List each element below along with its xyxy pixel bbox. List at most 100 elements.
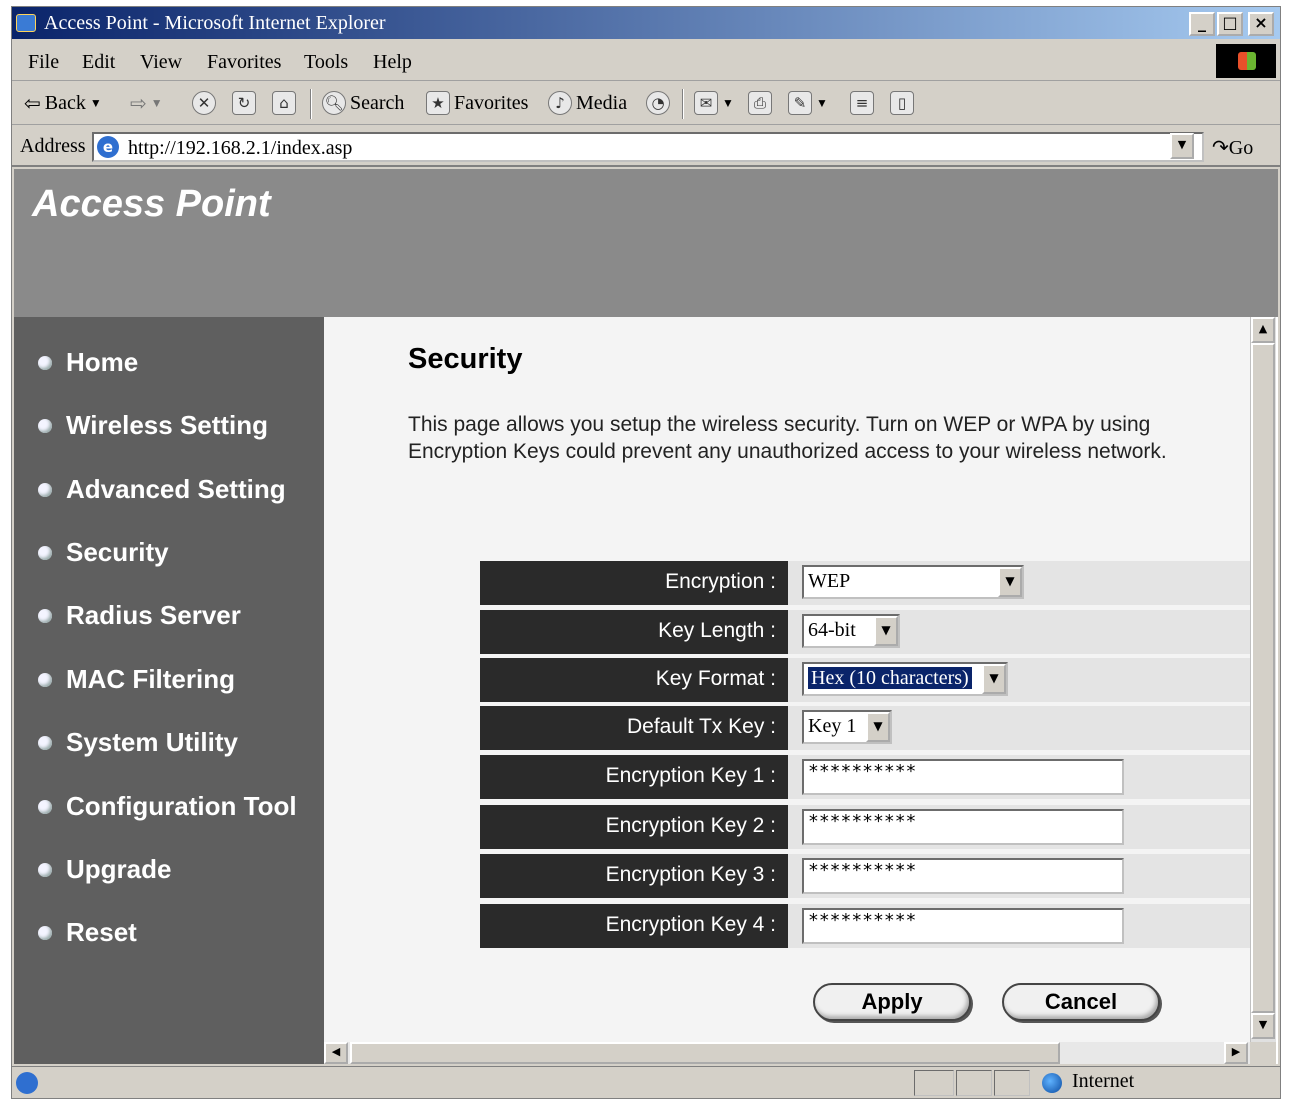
go-button[interactable]: ↷Go [1212,135,1253,160]
bullet-icon [38,608,52,623]
sidebar-item-upgrade[interactable]: Upgrade [38,854,171,885]
menu-view[interactable]: View [140,51,182,74]
horizontal-scrollbar[interactable]: ◀ ▶ [324,1042,1250,1064]
sidebar-item-radius-server[interactable]: Radius Server [38,600,241,631]
menu-tools[interactable]: Tools [304,51,348,74]
menu-file[interactable]: File [28,51,59,74]
menu-favorites[interactable]: Favorites [207,51,281,74]
page-status-icon [16,1072,38,1094]
sidebar-item-advanced-setting[interactable]: Advanced Setting [38,474,286,505]
apply-button[interactable]: Apply [813,983,971,1021]
maximize-button[interactable]: □ [1217,12,1243,36]
back-arrow-icon: ⇦ [24,93,41,115]
back-button[interactable]: ⇦ Back ▼ [24,91,102,116]
media-icon: ♪ [548,91,572,115]
encryption-key-2-row: Encryption Key 2 : ********** [480,805,1250,849]
title-bar: Access Point - Microsoft Internet Explor… [12,7,1280,39]
default-tx-key-row: Default Tx Key : Key 1 ▼ [480,706,1250,750]
key-format-label: Key Format : [480,658,788,702]
encryption-key-4-input[interactable]: ********** [802,908,1124,944]
encryption-key-2-input[interactable]: ********** [802,809,1124,845]
stop-icon[interactable]: ✕ [192,91,216,115]
toolbar: ⇦ Back ▼ ⇨ ▼ ✕ ↻ ⌂ 🔍︎ Search ★ Favorites… [12,83,1280,125]
key-length-row: Key Length : 64-bit ▼ [480,610,1250,654]
menu-edit[interactable]: Edit [82,51,115,74]
scroll-right-icon[interactable]: ▶ [1224,1042,1248,1064]
key-format-row: Key Format : Hex (10 characters) ▼ [480,658,1250,702]
encryption-key-1-label: Encryption Key 1 : [480,755,788,799]
cancel-button[interactable]: Cancel [1002,983,1160,1021]
default-tx-key-select[interactable]: Key 1 ▼ [802,710,892,744]
search-icon: 🔍︎ [322,91,346,115]
print-icon[interactable]: ⎙ [748,91,772,115]
encryption-key-1-input[interactable]: ********** [802,759,1124,795]
chevron-down-icon[interactable]: ▼ [874,616,898,646]
encryption-key-3-input[interactable]: ********** [802,858,1124,894]
encryption-label: Encryption : [480,561,788,605]
address-label: Address [20,135,86,157]
home-icon[interactable]: ⌂ [272,91,296,115]
chevron-down-icon: ▼ [150,96,163,110]
sidebar-item-configuration-tool[interactable]: Configuration Tool [38,791,297,822]
vertical-scrollbar[interactable]: ▲ ▼ [1250,317,1276,1042]
minimize-button[interactable]: _ [1189,12,1215,36]
scroll-up-icon[interactable]: ▲ [1251,317,1275,343]
forward-arrow-icon: ⇨ [130,93,147,115]
horizontal-scroll-thumb[interactable] [350,1042,1060,1064]
browser-window: Access Point - Microsoft Internet Explor… [11,6,1281,1099]
page-title: Security [408,343,523,375]
messenger-icon[interactable]: ▯ [890,91,914,115]
default-tx-key-label: Default Tx Key : [480,706,788,750]
encryption-key-4-label: Encryption Key 4 : [480,904,788,948]
menu-bar: File Edit View Favorites Tools Help [12,41,1280,81]
chevron-down-icon[interactable]: ▼ [866,712,890,742]
bullet-icon [38,545,52,560]
encryption-select[interactable]: WEP ▼ [802,565,1024,599]
chevron-down-icon[interactable]: ▼ [998,567,1022,597]
sidebar-item-wireless-setting[interactable]: Wireless Setting [38,410,268,441]
discuss-icon[interactable]: ≡ [850,91,874,115]
vertical-scroll-thumb[interactable] [1251,343,1275,1013]
address-input[interactable]: e http://192.168.2.1/index.asp [92,132,1204,162]
scroll-down-icon[interactable]: ▼ [1251,1013,1275,1039]
address-bar: Address e http://192.168.2.1/index.asp ▼… [12,127,1280,167]
key-format-select[interactable]: Hex (10 characters) ▼ [802,662,1008,696]
security-zone-label: Internet [1072,1070,1135,1092]
bullet-icon [38,862,52,877]
chevron-down-icon: ▼ [816,95,828,110]
status-bar: Internet [12,1066,1280,1098]
encryption-key-3-label: Encryption Key 3 : [480,854,788,898]
menu-help[interactable]: Help [373,51,412,74]
ie-page-icon: e [97,136,119,158]
sidebar: Home Wireless Setting Advanced Setting S… [14,317,324,1064]
sidebar-item-system-utility[interactable]: System Utility [38,727,238,758]
history-icon[interactable]: ◔ [646,91,670,115]
page-description: This page allows you setup the wireless … [408,413,1167,463]
close-button[interactable]: × [1248,12,1274,36]
sidebar-item-home[interactable]: Home [38,347,138,378]
address-dropdown-button[interactable]: ▼ [1170,133,1194,159]
key-length-select[interactable]: 64-bit ▼ [802,614,900,648]
page-content: Access Point Home Wireless Setting Advan… [14,169,1278,1064]
forward-button[interactable]: ⇨ ▼ [130,91,163,116]
mail-icon[interactable]: ✉ [694,91,718,115]
refresh-icon[interactable]: ↻ [232,91,256,115]
sidebar-item-reset[interactable]: Reset [38,917,137,948]
encryption-key-3-row: Encryption Key 3 : ********** [480,854,1250,898]
media-button[interactable]: ♪ Media [548,91,627,115]
encryption-key-1-row: Encryption Key 1 : ********** [480,755,1250,799]
main-panel: Security This page allows you setup the … [324,317,1250,1042]
scroll-left-icon[interactable]: ◀ [324,1042,348,1064]
sidebar-item-security[interactable]: Security [38,537,169,568]
favorites-button[interactable]: ★ Favorites [426,91,528,115]
go-arrow-icon: ↷ [1212,137,1229,159]
encryption-row: Encryption : WEP ▼ [480,561,1250,605]
edit-icon[interactable]: ✎ [788,91,812,115]
bullet-icon [38,418,52,433]
search-button[interactable]: 🔍︎ Search [322,91,404,115]
address-url[interactable]: http://192.168.2.1/index.asp [128,137,352,160]
bullet-icon [38,735,52,750]
sidebar-item-mac-filtering[interactable]: MAC Filtering [38,664,235,695]
bullet-icon [38,672,52,687]
chevron-down-icon[interactable]: ▼ [982,664,1006,694]
